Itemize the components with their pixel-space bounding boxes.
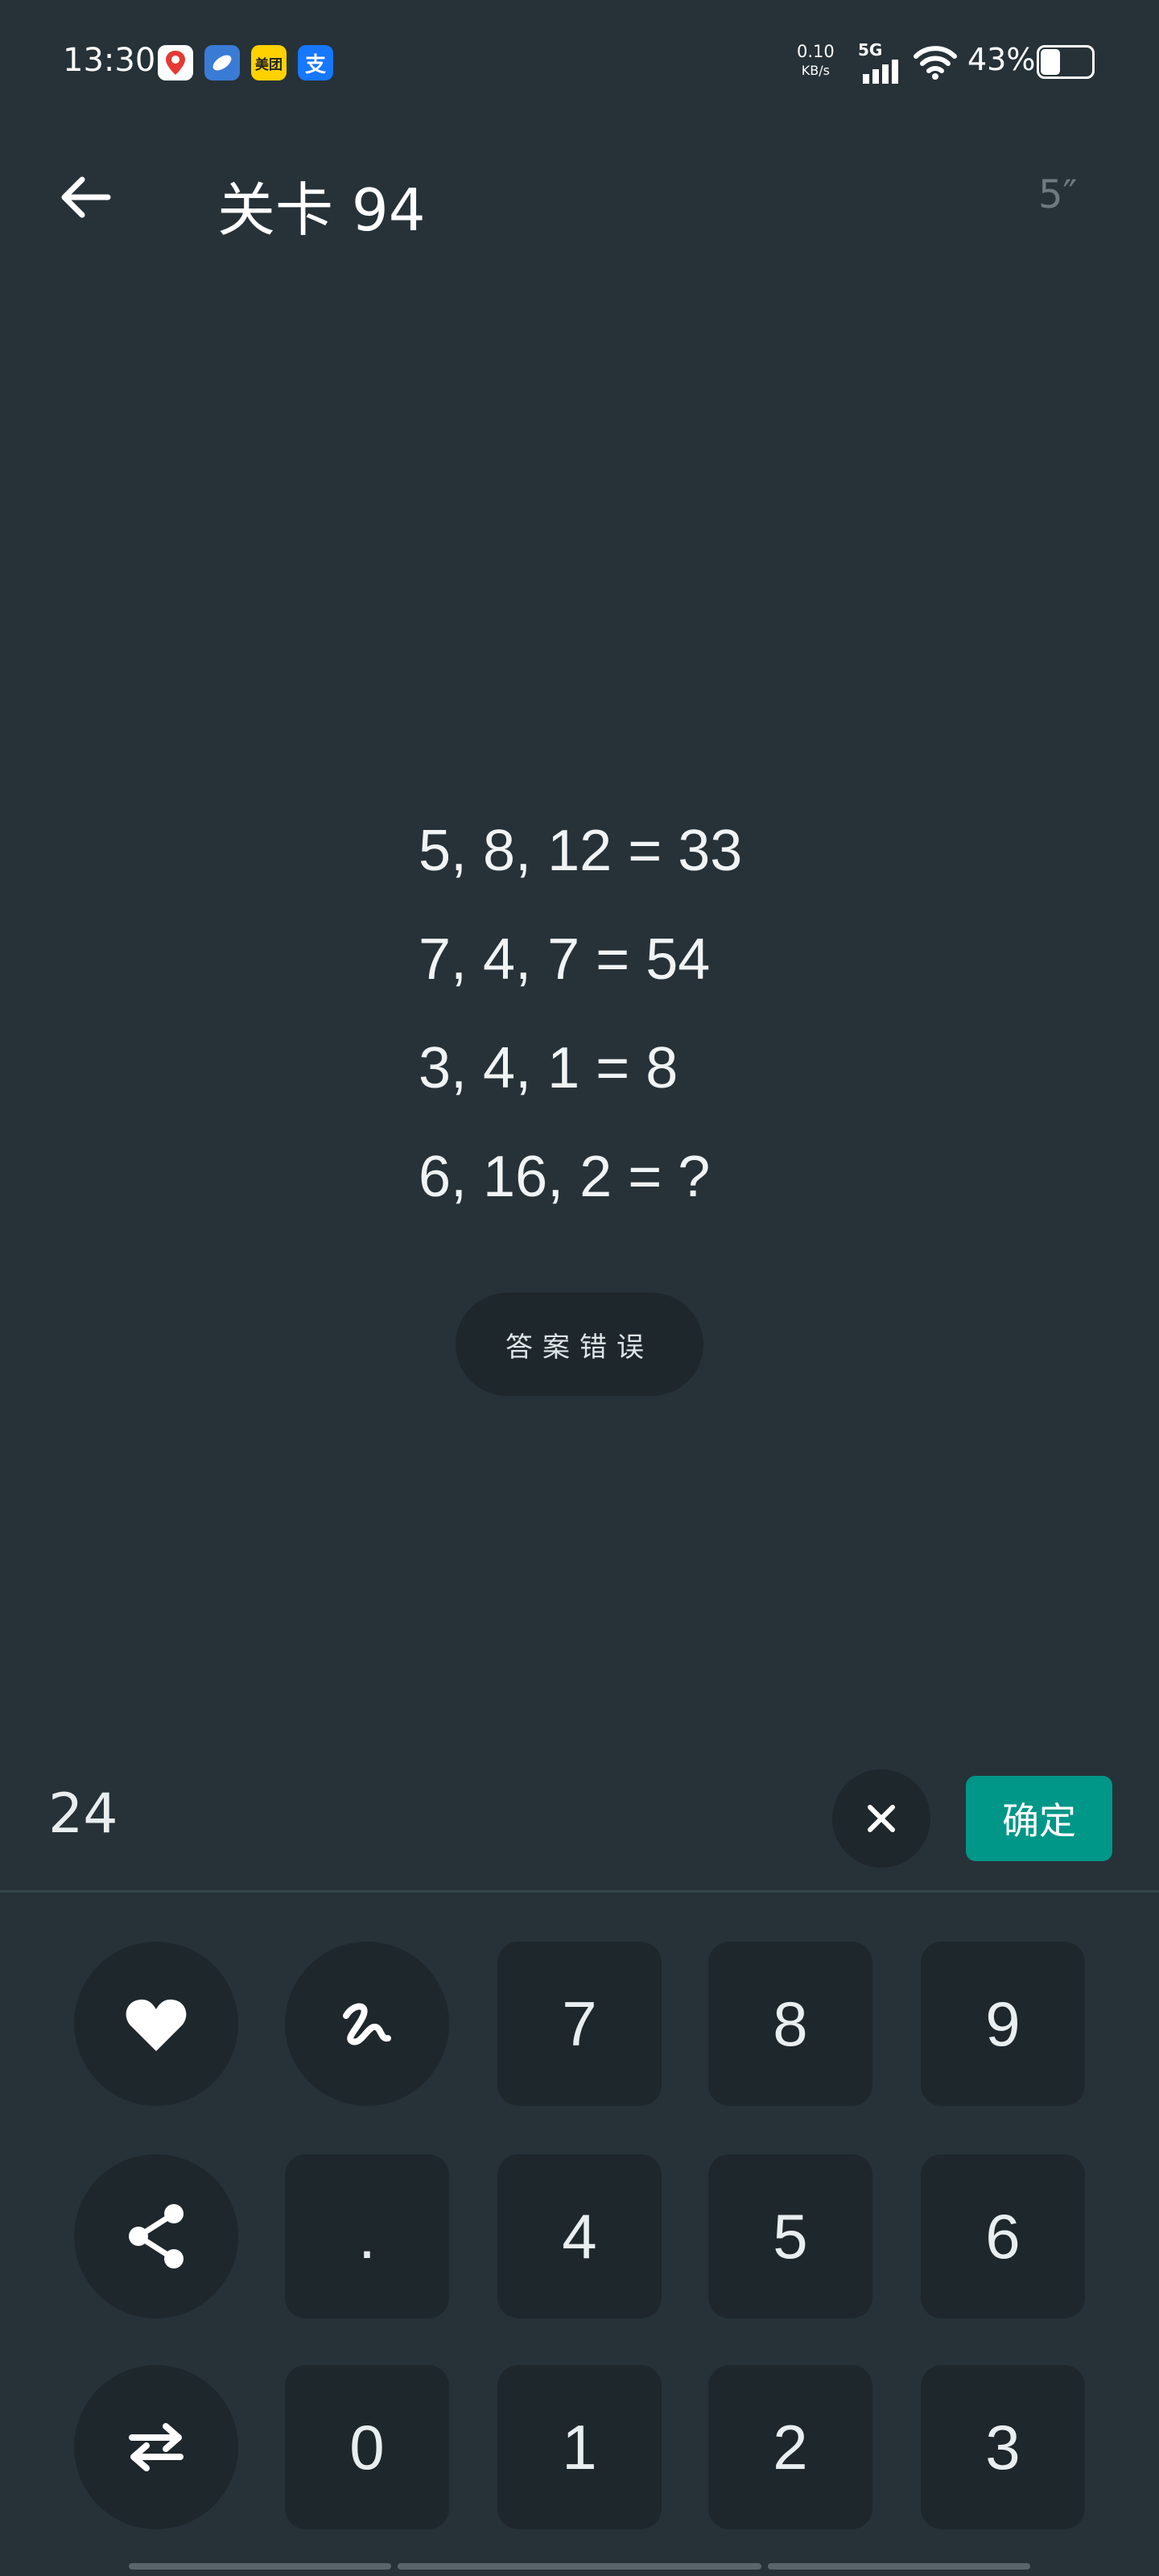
share-icon (129, 2204, 184, 2268)
alipay-app-icon: 支 (298, 45, 333, 80)
puzzle-equations: 5, 8, 12 = 33 7, 4, 7 = 54 3, 4, 1 = 8 6… (419, 807, 982, 1241)
maps-app-icon (158, 45, 193, 80)
wifi-icon (914, 46, 957, 80)
heart-icon (126, 1999, 187, 2051)
key-9[interactable]: 9 (921, 1942, 1085, 2106)
status-time: 13:30 (63, 42, 156, 79)
confirm-button[interactable]: 确定 (966, 1776, 1112, 1861)
browser-app-icon (204, 45, 240, 80)
equation-line: 7, 4, 7 = 54 (419, 927, 711, 992)
clear-button[interactable] (832, 1769, 930, 1868)
meituan-app-icon: 美团 (251, 45, 287, 80)
favorite-button[interactable] (74, 1942, 238, 2106)
battery-percent: 43% (967, 42, 1036, 77)
key-5[interactable]: 5 (708, 2154, 872, 2318)
key-4[interactable]: 4 (497, 2154, 662, 2318)
key-2[interactable]: 2 (708, 2365, 872, 2529)
network-speed-unit: KB/s (801, 63, 830, 78)
battery-icon (1037, 45, 1095, 79)
nav-handle-segment (129, 2563, 391, 2570)
key-7[interactable]: 7 (497, 1942, 662, 2106)
key-decimal[interactable]: . (285, 2154, 449, 2318)
close-icon (868, 1805, 895, 1832)
signal-type-label: 5G (858, 40, 883, 60)
key-6[interactable]: 6 (921, 2154, 1085, 2318)
network-speed: 0.10 KB/s (797, 42, 835, 80)
level-timer: 5″ (1038, 172, 1078, 217)
arrow-left-icon (61, 176, 111, 218)
nav-handle-segment (768, 2563, 1030, 2570)
cellular-signal: 5G (858, 40, 898, 84)
answer-input[interactable]: 24 (48, 1782, 118, 1846)
nav-handle-segment (398, 2563, 761, 2570)
swap-button[interactable] (74, 2365, 238, 2529)
equation-line: 6, 16, 2 = ? (419, 1145, 711, 1209)
key-3[interactable]: 3 (921, 2365, 1085, 2529)
key-8[interactable]: 8 (708, 1942, 872, 2106)
equation-line: 5, 8, 12 = 33 (419, 819, 743, 883)
share-button[interactable] (74, 2154, 238, 2318)
hint-squiggle-icon (343, 2003, 391, 2046)
key-0[interactable]: 0 (285, 2365, 449, 2529)
back-button[interactable] (48, 161, 121, 233)
equation-line: 3, 4, 1 = 8 (419, 1036, 678, 1100)
key-1[interactable]: 1 (497, 2365, 662, 2529)
hint-button[interactable] (285, 1942, 449, 2106)
keypad-divider (0, 1890, 1159, 1893)
wrong-answer-badge: 答案错误 (456, 1293, 703, 1396)
network-speed-value: 0.10 (797, 42, 835, 61)
battery-level (1041, 49, 1061, 75)
page-title: 关卡 94 (217, 176, 426, 244)
signal-bars-icon (863, 60, 898, 84)
swap-icon (129, 2423, 184, 2471)
